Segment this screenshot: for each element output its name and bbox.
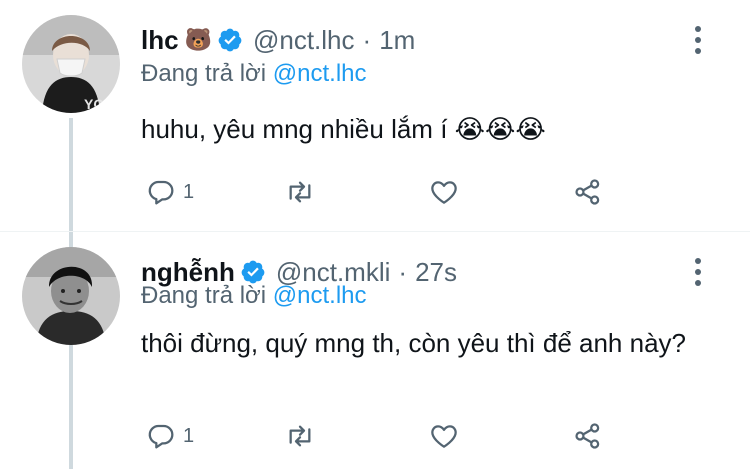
replying-to: Đang trả lời @nct.lhc — [141, 60, 367, 88]
svg-text:YO: YO — [84, 96, 104, 112]
replying-prefix: Đang trả lời — [141, 60, 267, 87]
verified-badge-icon — [217, 27, 243, 53]
reply-button[interactable]: 1 — [145, 172, 194, 212]
reply-count: 1 — [183, 180, 195, 203]
reply-icon — [148, 424, 174, 449]
tweet-text: thôi đừng, quý mng th, còn yêu thì để an… — [141, 328, 686, 358]
like-button[interactable] — [428, 172, 460, 212]
tweet-text: huhu, yêu mng nhiều lắm í 😭😭😭 — [141, 114, 546, 144]
separator-dot: · — [398, 256, 408, 287]
timestamp[interactable]: 1m — [379, 25, 415, 56]
replying-to-mention[interactable]: @nct.lhc — [273, 60, 367, 87]
bear-emoji: 🐻 — [184, 27, 212, 52]
display-name[interactable]: lhc — [141, 25, 179, 56]
more-options-icon[interactable] — [694, 258, 702, 286]
share-button[interactable] — [572, 172, 604, 212]
retweet-icon — [289, 181, 311, 203]
tweet[interactable]: YO lhc 🐻 @nct.lhc · 1m Đang trả lời @nct… — [0, 0, 750, 232]
like-icon — [431, 181, 457, 204]
reply-button[interactable]: 1 — [145, 416, 194, 456]
like-icon — [431, 425, 457, 448]
share-icon — [575, 423, 600, 449]
share-button[interactable] — [572, 416, 604, 456]
timestamp[interactable]: 27s — [415, 257, 457, 288]
handle[interactable]: @nct.lhc — [253, 25, 355, 56]
tweet-header: lhc 🐻 @nct.lhc · 1m — [141, 22, 415, 58]
replying-to: Đang trả lời @nct.lhc — [141, 282, 367, 310]
avatar[interactable] — [22, 247, 120, 345]
avatar[interactable]: YO — [22, 15, 120, 113]
tweet[interactable]: nghễnh @nct.mkli · 27s Đang trả lời @nct… — [0, 232, 750, 469]
tweet-actions: 1 — [141, 172, 611, 212]
reply-icon — [148, 180, 174, 205]
retweet-icon — [289, 425, 311, 447]
retweet-button[interactable] — [284, 416, 316, 456]
retweet-button[interactable] — [284, 172, 316, 212]
tweet-actions: 1 — [141, 416, 611, 456]
more-options-icon[interactable] — [694, 26, 702, 54]
share-icon — [575, 179, 600, 205]
replying-to-mention[interactable]: @nct.lhc — [273, 282, 367, 309]
like-button[interactable] — [428, 416, 460, 456]
replying-prefix: Đang trả lời — [141, 282, 267, 309]
separator-dot: · — [362, 24, 372, 55]
reply-count: 1 — [183, 424, 195, 447]
